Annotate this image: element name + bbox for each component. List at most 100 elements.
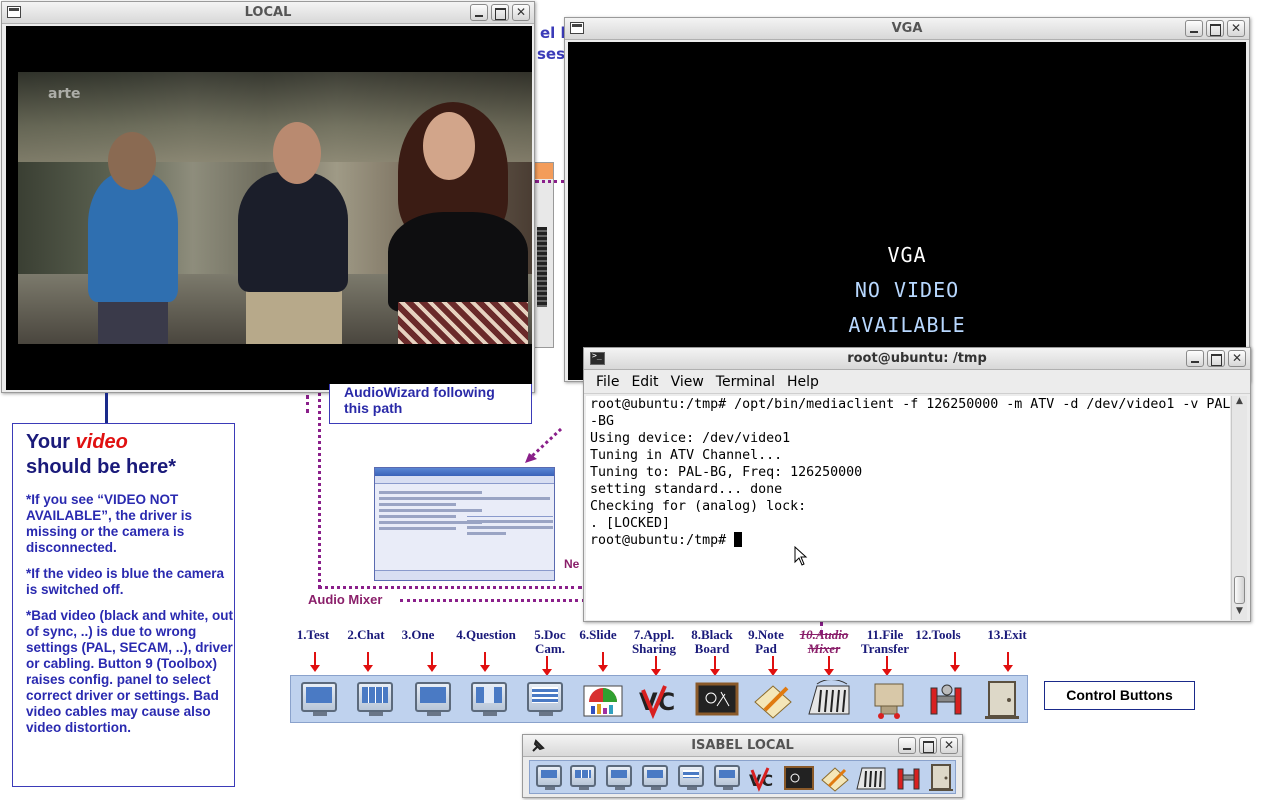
doc-cam-button[interactable] — [676, 764, 706, 792]
question-button[interactable] — [640, 764, 670, 792]
audio-mixer-icon — [808, 679, 850, 715]
chat-icon — [357, 682, 393, 716]
notepad-button[interactable] — [751, 680, 795, 720]
pointer-arrow — [310, 652, 320, 672]
question-button[interactable] — [467, 680, 511, 720]
menu-help[interactable]: Help — [781, 370, 825, 393]
menu-view[interactable]: View — [665, 370, 710, 393]
person-figure — [246, 287, 342, 344]
person-figure — [423, 112, 475, 180]
chat-button[interactable] — [568, 764, 598, 792]
connector-line — [105, 393, 108, 423]
slide-button[interactable] — [712, 764, 742, 792]
terminal-prompt-line: root@ubuntu:/tmp# — [590, 532, 1226, 549]
terminal-window[interactable]: root@ubuntu: /tmp ✕ File Edit View Termi… — [583, 347, 1251, 622]
audio-mixer-button[interactable] — [807, 679, 851, 720]
maximize-button[interactable] — [1206, 20, 1224, 37]
wizard-annotation-line: this path — [344, 400, 403, 416]
info-paragraph: *If you see “VIDEO NOT AVAILABLE”, the d… — [26, 492, 193, 555]
exit-button[interactable] — [926, 764, 956, 792]
local-window-titlebar[interactable]: LOCAL ✕ — [2, 2, 534, 24]
app-sharing-icon: VC — [749, 767, 773, 792]
close-button[interactable]: ✕ — [1228, 350, 1246, 367]
exit-button[interactable] — [981, 680, 1025, 720]
terminal-line: Using device: /dev/video1 — [590, 431, 791, 446]
one-icon — [606, 765, 632, 790]
scrollbar-thumb[interactable] — [1234, 576, 1245, 604]
control-toolbar: VC — [290, 675, 1028, 723]
tools-button[interactable] — [925, 680, 969, 720]
audio-mixer-annotation: Audio Mixer — [308, 592, 383, 607]
vga-window[interactable]: VGA ✕ VGA NO VIDEO AVAILABLE — [564, 17, 1250, 382]
terminal-line: Tuning to: PAL-BG, Freq: 126250000 — [590, 465, 863, 480]
blackboard-button[interactable] — [784, 764, 814, 792]
maximize-button[interactable] — [919, 737, 937, 754]
test-button[interactable] — [297, 680, 341, 720]
maximize-button[interactable] — [491, 4, 509, 21]
doc-cam-icon — [678, 765, 704, 790]
vga-window-titlebar[interactable]: VGA ✕ — [565, 18, 1249, 40]
window-title: root@ubuntu: /tmp — [847, 351, 987, 366]
scroll-up-icon[interactable]: ▲ — [1232, 396, 1247, 410]
minimize-button[interactable] — [470, 4, 488, 21]
minimize-button[interactable] — [898, 737, 916, 754]
control-label-one: 3.One — [401, 627, 435, 642]
notepad-button[interactable] — [820, 764, 850, 792]
slide-button[interactable] — [581, 680, 625, 720]
maximize-button[interactable] — [1207, 350, 1225, 367]
close-button[interactable]: ✕ — [1227, 20, 1245, 37]
annotation-fragment: ses — [537, 45, 566, 63]
one-button[interactable] — [604, 764, 634, 792]
terminal-scrollbar[interactable]: ▲ ▼ — [1231, 396, 1247, 620]
person-figure — [88, 172, 178, 302]
one-button[interactable] — [411, 680, 455, 720]
menu-terminal[interactable]: Terminal — [710, 370, 781, 393]
terminal-titlebar[interactable]: root@ubuntu: /tmp ✕ — [584, 348, 1250, 370]
terminal-line: setting standard... done — [590, 482, 783, 497]
local-video-window[interactable]: LOCAL ✕ arte — [1, 1, 535, 393]
test-button[interactable] — [534, 764, 564, 792]
terminal-line: Checking for (analog) lock: — [590, 499, 807, 514]
app-sharing-button[interactable]: VC — [637, 680, 681, 720]
minimize-button[interactable] — [1185, 20, 1203, 37]
tools-button[interactable] — [894, 764, 924, 792]
test-icon — [536, 765, 562, 790]
chat-button[interactable] — [353, 680, 397, 720]
pointer-arrow — [598, 652, 608, 672]
vga-video-area: VGA NO VIDEO AVAILABLE — [568, 42, 1246, 380]
person-figure — [398, 302, 528, 344]
pointer-arrow — [427, 652, 437, 672]
file-transfer-button[interactable] — [867, 680, 911, 720]
vga-label: VGA — [887, 243, 927, 267]
window-title: VGA — [891, 21, 923, 36]
audio-mixer-button[interactable] — [856, 764, 886, 792]
control-label-slide: 6.Slide — [579, 627, 617, 642]
terminal-line: -BG — [590, 414, 615, 429]
isabel-local-window[interactable]: ISABEL LOCAL ✕ VC — [522, 734, 963, 798]
question-icon — [471, 682, 507, 716]
audio-wizard-thumbnail — [374, 467, 555, 581]
close-button[interactable]: ✕ — [940, 737, 958, 754]
scroll-down-icon[interactable]: ▼ — [1232, 606, 1247, 620]
heading-text: Your — [26, 431, 76, 453]
slide-icon — [714, 765, 740, 790]
channel-watermark: arte — [48, 86, 81, 102]
menu-edit[interactable]: Edit — [625, 370, 664, 393]
annotation-fragment: Ne — [564, 557, 580, 571]
blackboard-button[interactable] — [695, 680, 739, 720]
app-sharing-button[interactable]: VC — [748, 764, 778, 792]
window-title: LOCAL — [244, 5, 292, 20]
control-label-question: 4.Question — [456, 627, 516, 642]
file-transfer-icon — [874, 683, 904, 719]
pointer-arrow — [480, 652, 490, 672]
menu-file[interactable]: File — [590, 370, 625, 393]
close-button[interactable]: ✕ — [512, 4, 530, 21]
minimize-button[interactable] — [1186, 350, 1204, 367]
isabel-window-titlebar[interactable]: ISABEL LOCAL ✕ — [523, 735, 962, 757]
terminal-output[interactable]: root@ubuntu:/tmp# /opt/bin/mediaclient -… — [586, 396, 1230, 620]
isabel-toolbar: VC — [529, 760, 956, 794]
control-label-app-sharing: 7.Appl. Sharing — [631, 627, 677, 656]
wizard-annotation-line: AudioWizard following — [344, 384, 495, 400]
person-figure — [108, 132, 156, 190]
doc-cam-button[interactable] — [523, 680, 567, 720]
